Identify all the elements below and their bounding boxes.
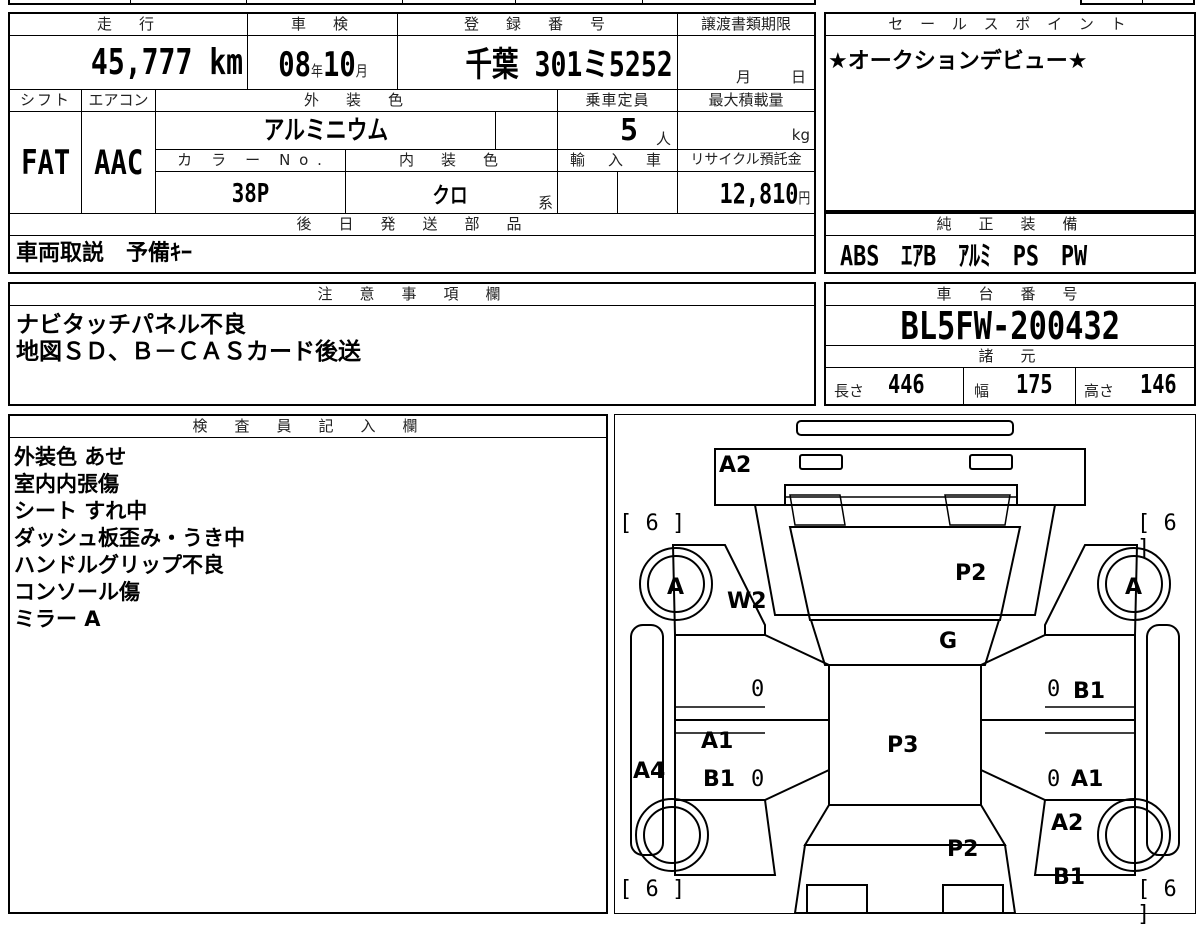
inspector-note-line: コンソール傷 (14, 580, 140, 604)
color-no-value: 38P (156, 172, 346, 214)
exterior-color-label: 外 装 色 (156, 90, 558, 112)
registration-value: 千葉 301ミ5252 (398, 36, 678, 90)
mark-a1-left: A1 (701, 729, 734, 754)
rear-left-fender-shape (674, 799, 777, 876)
inspector-note-line: ダッシュ板歪み・うき中 (14, 526, 245, 550)
sales-point-text: ★オークションデビュー★ (828, 49, 1088, 74)
genuine-equipment-text: ABS ｴｱB ｱﾙﾐ PS PW (840, 239, 1088, 272)
inspector-notes: 外装色 あせ 室内内張傷 シート すれ中 ダッシュ板歪み・うき中 ハンドルグリッ… (14, 444, 594, 633)
mark-zero-rl: 0 (751, 767, 765, 792)
exterior-color-value: アルミニウム (156, 112, 496, 150)
mark-w2: W2 (727, 589, 767, 614)
chassis-number: BL5FW-200432 (826, 306, 1194, 346)
recycle-value: 12,810円 (678, 172, 814, 214)
sales-point-box: セ ー ル ス ポ イ ン ト ★オークションデビュー★ (824, 12, 1196, 212)
caution-line: ナビタッチパネル不良 (16, 312, 246, 338)
genuine-equipment-label: 純 正 装 備 (826, 214, 1194, 236)
rear-bumper-right-shape (942, 884, 1004, 913)
transfer-value: 月 日 (678, 36, 814, 90)
mark-p3: P3 (887, 733, 919, 758)
car-diagram (630, 420, 1180, 913)
recycle-label: リサイクル預託金 (678, 150, 814, 172)
chassis-box: 車 台 番 号 BL5FW-200432 諸 元 長さ 446 幅 175 高さ… (824, 282, 1196, 406)
import-value-a (558, 172, 618, 214)
vehicle-info-table: 走 行 車 検 登 録 番 号 譲渡書類期限 45,777 km 08年10月 … (8, 12, 816, 274)
inspector-label: 検 査 員 記 入 欄 (10, 416, 606, 438)
tire-depth-rl: [ 6 ] (619, 877, 686, 902)
genuine-equipment-box: 純 正 装 備 ABS ｴｱB ｱﾙﾐ PS PW (824, 212, 1196, 274)
interior-color-label: 内 装 色 (346, 150, 558, 172)
interior-color-value: クロ 系 (346, 172, 558, 214)
capacity-label: 乗車定員 (558, 90, 678, 112)
import-label: 輸 入 車 (558, 150, 678, 172)
caution-label: 注 意 事 項 欄 (10, 284, 814, 306)
mark-a2-right: A2 (1051, 811, 1084, 836)
inspection-label: 車 検 (248, 14, 398, 36)
inspection-value: 08年10月 (248, 36, 398, 90)
mark-zero-rr: 0 (1047, 767, 1061, 792)
mark-a2-front: A2 (719, 453, 752, 478)
spec-length: 長さ 446 (826, 368, 964, 404)
caution-line: 地図ＳＤ、Ｂ－ＣＡＳカード後送 (16, 339, 361, 365)
mark-p2-hood: P2 (955, 561, 987, 586)
aircon-value: AAC (82, 112, 156, 214)
tire-depth-rr: [ 6 ] (1137, 877, 1177, 927)
shift-value: FAT (10, 112, 82, 214)
windshield-shape (809, 619, 1001, 666)
later-parts-label: 後 日 発 送 部 品 (10, 214, 814, 236)
bumper-top-shape (796, 420, 1014, 436)
mark-a1-right: A1 (1071, 767, 1104, 792)
inspector-note-line: 室内内張傷 (14, 472, 119, 496)
color-no-label: カ ラ ー N o . (156, 150, 346, 172)
mark-a4: A4 (633, 759, 666, 784)
inspector-note-line: シート すれ中 (14, 499, 148, 523)
import-value-b (618, 172, 678, 214)
later-parts-value: 車両取説 予備ｷｰ (16, 241, 193, 266)
inspector-box: 検 査 員 記 入 欄 外装色 あせ 室内内張傷 シート すれ中 ダッシュ板歪み… (8, 414, 608, 914)
sales-point-label: セ ー ル ス ポ イ ン ト (826, 14, 1194, 36)
right-sill-shape (1146, 624, 1180, 856)
rear-left-tire-shape (635, 798, 709, 872)
capacity-value: 5 人 (558, 112, 678, 150)
specs-label: 諸 元 (826, 346, 1194, 368)
shift-label: シフト (10, 90, 82, 112)
hood-outline-shape (753, 504, 1057, 616)
spec-width: 幅 175 (964, 368, 1076, 404)
headlight-right-shape (969, 454, 1013, 470)
mark-b1-rr: B1 (1053, 865, 1086, 890)
headlight-left-shape (799, 454, 843, 470)
caution-text: ナビタッチパネル不良 地図ＳＤ、Ｂ－ＣＡＳカード後送 (16, 312, 806, 366)
mark-tire-fr: A (1125, 575, 1143, 600)
inspector-note-line: ミラー A (14, 607, 101, 631)
mark-tire-fl: A (667, 575, 685, 600)
registration-label: 登 録 番 号 (398, 14, 678, 36)
mileage-label: 走 行 (10, 14, 248, 36)
aircon-label: エアコン (82, 90, 156, 112)
mark-g: G (939, 629, 958, 654)
mileage-value: 45,777 km (10, 36, 248, 90)
max-load-value: kg (678, 112, 814, 150)
exterior-color-blank (496, 112, 558, 150)
spec-height: 高さ 146 (1084, 370, 1177, 400)
mark-zero-fl: 0 (751, 677, 765, 702)
top-strip (8, 0, 816, 5)
max-load-label: 最大積載量 (678, 90, 814, 112)
car-diagram-box: [ 6 ] [ 6 ] [ 6 ] [ 6 ] A2 A A W2 P2 G 0… (614, 414, 1196, 927)
chassis-label: 車 台 番 号 (826, 284, 1194, 306)
caution-box: 注 意 事 項 欄 ナビタッチパネル不良 地図ＳＤ、Ｂ－ＣＡＳカード後送 (8, 282, 816, 406)
mark-b1-left: B1 (703, 767, 736, 792)
inspector-note-line: 外装色 あせ (14, 445, 127, 469)
rear-bumper-left-shape (806, 884, 868, 913)
trunk-shape (793, 844, 1017, 913)
inspector-note-line: ハンドルグリップ不良 (14, 553, 224, 577)
tire-depth-fr: [ 6 ] (1137, 511, 1177, 561)
mark-zero-fr: 0 (1047, 677, 1061, 702)
mark-p2-trunk: P2 (947, 837, 979, 862)
mark-b1-rf: B1 (1073, 679, 1106, 704)
top-strip-right (1080, 0, 1195, 5)
transfer-label: 譲渡書類期限 (678, 14, 814, 36)
tire-depth-fl: [ 6 ] (619, 511, 686, 536)
